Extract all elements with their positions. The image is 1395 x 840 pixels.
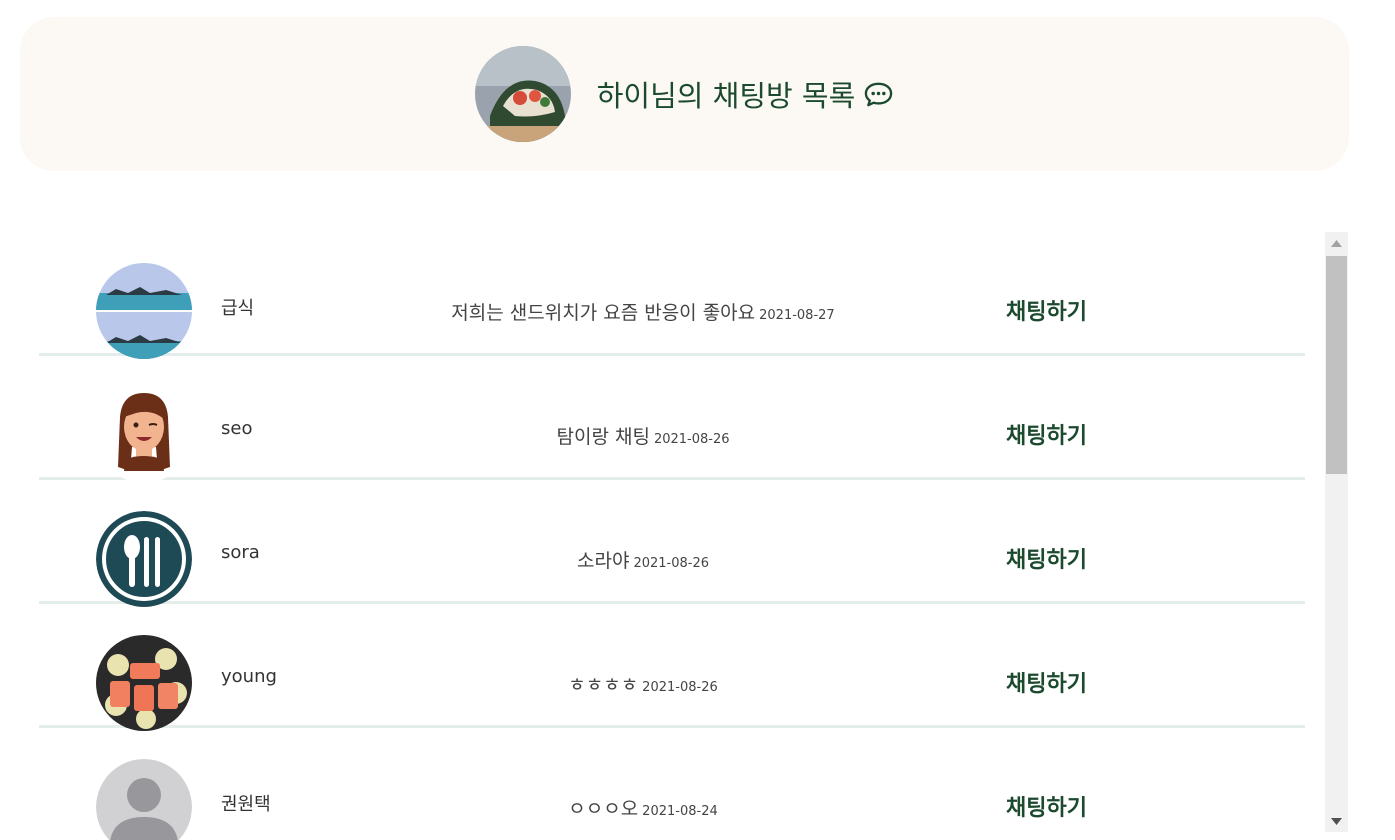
page-title-text: 하이님의 채팅방 목록 — [596, 79, 856, 113]
room-name: sora — [221, 542, 260, 563]
last-message: 소라야 2021-08-26 — [577, 546, 709, 573]
last-message: ㅎㅎㅎㅎ 2021-08-26 — [568, 670, 717, 697]
room-name: 권원택 — [221, 794, 271, 815]
chat-room-row: 급식 저희는 샌드위치가 요즘 반응이 좋아요 2021-08-27 채팅하기 — [39, 232, 1305, 359]
last-message-text: 저희는 샌드위치가 요즘 반응이 좋아요 — [451, 302, 756, 324]
salmon-photo-avatar — [96, 635, 192, 731]
scroll-up-arrow-icon[interactable] — [1325, 232, 1348, 254]
scrollbar-thumb[interactable] — [1326, 256, 1347, 474]
page-title: 하이님의 채팅방 목록 — [597, 73, 895, 115]
message-date: 2021-08-24 — [642, 804, 718, 819]
vertical-scrollbar[interactable] — [1325, 232, 1348, 832]
message-date: 2021-08-26 — [653, 432, 730, 447]
utensils-logo-avatar — [96, 511, 192, 607]
default-person-avatar — [96, 759, 192, 840]
scroll-down-arrow-icon[interactable] — [1325, 810, 1348, 832]
last-message-text: 탐이랑 채팅 — [556, 426, 650, 448]
start-chat-button[interactable]: 채팅하기 — [1006, 418, 1087, 450]
room-name: young — [221, 666, 277, 687]
ocean-photo-avatar — [96, 263, 192, 359]
chat-list-header: 하이님의 채팅방 목록 — [20, 17, 1349, 171]
last-message: 탐이랑 채팅 2021-08-26 — [556, 422, 729, 449]
profile-avatar — [474, 46, 571, 142]
message-date: 2021-08-26 — [633, 556, 710, 571]
room-name: 급식 — [221, 298, 255, 319]
message-date: 2021-08-27 — [759, 308, 835, 323]
last-message: ㅇㅇㅇ오 2021-08-24 — [568, 794, 717, 821]
chat-room-row: sora 소라야 2021-08-26 채팅하기 — [39, 480, 1305, 607]
message-date: 2021-08-26 — [642, 680, 718, 695]
memoji-photo-avatar — [96, 387, 192, 483]
chat-room-row: seo 탐이랑 채팅 2021-08-26 채팅하기 — [39, 356, 1305, 483]
last-message: 저희는 샌드위치가 요즘 반응이 좋아요 2021-08-27 — [451, 298, 834, 325]
start-chat-button[interactable]: 채팅하기 — [1006, 542, 1087, 574]
chat-room-row: 권원택 ㅇㅇㅇ오 2021-08-24 채팅하기 — [39, 728, 1305, 840]
chat-room-list: 급식 저희는 샌드위치가 요즘 반응이 좋아요2021-08-27 채팅하기 — [39, 232, 1349, 840]
last-message-text: ㅇㅇㅇ오 — [568, 798, 639, 820]
start-chat-button[interactable]: 채팅하기 — [1006, 790, 1087, 822]
chat-room-row: young ㅎㅎㅎㅎ 2021-08-26 채팅하기 — [39, 604, 1305, 731]
chat-bubble-icon — [863, 79, 894, 110]
room-name: seo — [221, 418, 253, 439]
start-chat-button[interactable]: 채팅하기 — [1006, 294, 1087, 326]
last-message-text: 소라야 — [576, 550, 630, 572]
start-chat-button[interactable]: 채팅하기 — [1006, 666, 1087, 698]
last-message-text: ㅎㅎㅎㅎ — [568, 674, 639, 696]
